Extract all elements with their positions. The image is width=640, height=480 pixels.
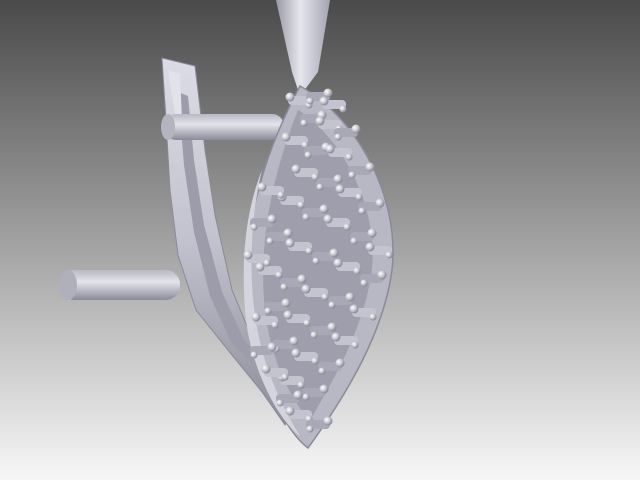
prong-bead — [280, 283, 288, 291]
prong-bead — [306, 97, 314, 105]
prong-bead — [328, 301, 336, 309]
prong-bead — [351, 341, 359, 349]
prong-bead — [310, 331, 318, 339]
prong-bead — [243, 250, 253, 260]
prong-bead — [255, 262, 265, 272]
prong-bead — [319, 204, 329, 214]
prong-bead — [291, 348, 301, 358]
prong-bead — [331, 332, 341, 342]
prong-bead — [321, 293, 329, 301]
3d-viewport[interactable] — [0, 0, 640, 480]
prong-bead — [289, 336, 299, 346]
prong-bead — [375, 198, 385, 208]
prong-bead — [319, 96, 329, 106]
prong-bead — [367, 228, 377, 238]
prong-bead — [276, 399, 284, 407]
prong-bead — [293, 390, 303, 400]
prong-bead — [323, 88, 333, 98]
prong-bead — [333, 174, 343, 184]
prong-bead — [349, 304, 359, 314]
prong-bead — [345, 153, 353, 161]
prong-bead — [302, 393, 310, 401]
prong-bead — [319, 384, 329, 394]
prong-bead — [251, 312, 261, 322]
prong-bead — [312, 257, 320, 265]
prong-bead — [304, 151, 312, 159]
prong-bead — [323, 416, 333, 426]
prong-bead — [323, 214, 333, 224]
prong-bead — [302, 213, 310, 221]
prong-bead — [263, 259, 271, 267]
prong-bead — [325, 144, 335, 154]
prong-bead — [335, 184, 345, 194]
prong-bead — [250, 223, 258, 231]
prong-bead — [350, 237, 358, 245]
prong-bead — [291, 164, 301, 174]
prong-bead — [377, 270, 387, 280]
prong-bead — [271, 321, 279, 329]
prong-bead — [351, 124, 361, 134]
prong-bead — [267, 342, 277, 352]
prong-bead — [300, 119, 308, 127]
prong-bead — [267, 214, 277, 224]
prong-bead — [353, 267, 361, 275]
earring-render — [0, 0, 640, 480]
prong-bead — [261, 364, 271, 374]
prong-bead — [281, 132, 291, 142]
prong-bead — [257, 182, 267, 192]
prong-bead — [301, 284, 311, 294]
prong-bead — [297, 201, 305, 209]
prong-bead — [369, 313, 377, 321]
prong-bead — [250, 351, 258, 359]
prong-bead — [343, 223, 351, 231]
prong-bead — [264, 307, 272, 315]
prong-bead — [345, 292, 355, 302]
prong-bead — [297, 274, 307, 284]
prong-bead — [327, 322, 337, 332]
prong-bead — [303, 319, 311, 327]
prong-bead — [358, 207, 366, 215]
prong-bead — [329, 248, 339, 258]
prong-bead — [285, 406, 295, 416]
back-post — [59, 270, 180, 300]
prong-bead — [266, 237, 274, 245]
prong-bead — [365, 242, 375, 252]
prong-bead — [318, 367, 326, 375]
prong-bead — [316, 183, 324, 191]
prong-bead — [360, 279, 368, 287]
prong-bead — [385, 251, 393, 259]
prong-bead — [306, 425, 314, 433]
prong-bead — [283, 310, 293, 320]
prong-bead — [365, 162, 375, 172]
prong-bead — [283, 228, 293, 238]
prong-bead — [297, 381, 305, 389]
prong-bead — [281, 298, 291, 308]
prong-bead — [335, 358, 345, 368]
prong-bead — [311, 357, 319, 365]
top-post — [161, 114, 284, 140]
prong-bead — [275, 271, 283, 279]
prong-bead — [315, 116, 325, 126]
prong-bead — [348, 171, 356, 179]
prong-bead — [334, 133, 342, 141]
prong-bead — [281, 373, 289, 381]
prong-bead — [305, 247, 313, 255]
prong-bead — [285, 92, 295, 102]
prong-bead — [333, 258, 343, 268]
prong-bead — [355, 193, 363, 201]
prong-bead — [277, 191, 285, 199]
prong-bead — [285, 238, 295, 248]
prong-bead — [339, 105, 347, 113]
